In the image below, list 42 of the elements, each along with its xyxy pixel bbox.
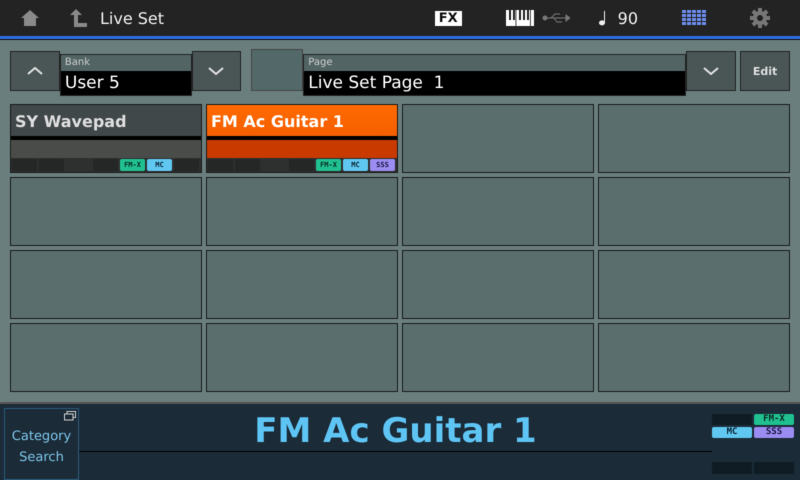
tempo-value[interactable]: 90 (618, 8, 638, 28)
slot-pad[interactable] (206, 323, 398, 392)
slot-pad[interactable] (10, 250, 202, 319)
blank-slot (251, 49, 304, 91)
slot-pad[interactable] (402, 177, 594, 246)
slot-name: SY Wavepad (14, 111, 128, 133)
slot-pad[interactable] (206, 250, 398, 319)
window-icon (64, 411, 76, 421)
note-icon (598, 10, 606, 26)
keyboard-icon (506, 10, 534, 26)
bank-field[interactable]: Bank User 5 (60, 54, 192, 96)
page-down-button[interactable] (686, 51, 736, 91)
current-name: FM Ac Guitar 1 (253, 410, 538, 451)
down-button[interactable] (192, 51, 242, 91)
slot-pad[interactable] (598, 177, 790, 246)
slot-pad[interactable] (598, 104, 790, 173)
grid-icon[interactable] (682, 10, 706, 26)
slot-pad[interactable] (598, 323, 790, 392)
chevron-down-icon (208, 67, 224, 75)
chevron-down-icon (703, 67, 720, 75)
edit-button[interactable]: Edit (740, 51, 790, 91)
usb-icon (542, 12, 570, 24)
type-badge: MC (712, 427, 752, 438)
slot-pad[interactable] (402, 323, 594, 392)
slot-pad[interactable] (598, 250, 790, 319)
slot-pad[interactable] (402, 250, 594, 319)
chevron-up-icon (26, 67, 43, 75)
page-field[interactable]: Page Live Set Page 1 (303, 54, 686, 96)
home-icon[interactable] (20, 8, 40, 28)
up-arrow-icon[interactable] (70, 8, 88, 28)
slot-pad[interactable] (206, 177, 398, 246)
slot-pad[interactable] (402, 104, 594, 173)
slot-name: FM Ac Guitar 1 (210, 111, 345, 133)
category-search-button[interactable]: Category Search (4, 408, 79, 480)
type-badge: SSS (754, 427, 794, 438)
settings-icon[interactable] (750, 8, 770, 28)
fx-button[interactable]: FX (434, 10, 462, 26)
slot-pad[interactable] (10, 177, 202, 246)
screen-title: Live Set (100, 8, 164, 28)
up-button[interactable] (10, 51, 60, 91)
type-badge: FM-X (754, 414, 794, 425)
slot-pad[interactable] (10, 323, 202, 392)
